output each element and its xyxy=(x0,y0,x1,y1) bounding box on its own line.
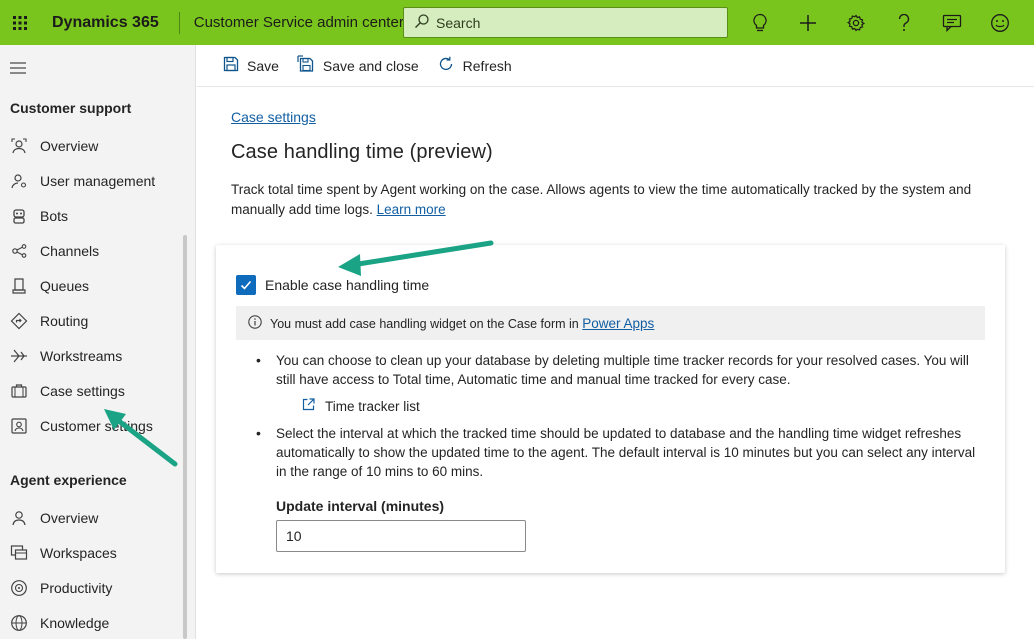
app-launcher-icon[interactable] xyxy=(0,0,40,45)
power-apps-link[interactable]: Power Apps xyxy=(582,316,654,331)
feedback-icon[interactable] xyxy=(928,0,976,45)
info-message-bar: You must add case handling widget on the… xyxy=(236,306,985,340)
save-and-close-icon xyxy=(297,55,315,76)
page-title: Case handling time (preview) xyxy=(231,141,493,163)
sidebar-item-label: Knowledge xyxy=(40,614,110,631)
learn-more-link[interactable]: Learn more xyxy=(377,202,446,217)
page-description: Track total time spent by Agent working … xyxy=(231,180,991,220)
sidebar-item-queues[interactable]: Queues xyxy=(0,268,186,303)
sidebar-item-overview[interactable]: Overview xyxy=(0,128,186,163)
time-tracker-list-label: Time tracker list xyxy=(325,398,420,414)
sidebar-item-routing[interactable]: Routing xyxy=(0,303,186,338)
save-icon xyxy=(223,56,239,75)
sidebar-item-productivity[interactable]: Productivity xyxy=(0,570,186,605)
sidebar-item-case-settings[interactable]: Case settings xyxy=(0,373,186,408)
sidebar-item-label: Workspaces xyxy=(40,544,117,561)
sidebar: Customer support Overview User managemen… xyxy=(0,45,196,639)
sidebar-item-label: Workstreams xyxy=(40,347,123,364)
sidebar-item-label: Overview xyxy=(40,509,99,526)
bot-icon xyxy=(10,207,28,225)
refresh-icon xyxy=(437,55,455,76)
case-settings-icon xyxy=(10,382,28,400)
info-message: You must add case handling widget on the… xyxy=(270,316,654,331)
checkmark-icon xyxy=(240,280,252,290)
interval-bullet: Select the interval at which the tracked… xyxy=(256,424,976,481)
sidebar-item-bots[interactable]: Bots xyxy=(0,198,186,233)
smiley-icon[interactable] xyxy=(976,0,1024,45)
time-tracker-list-link[interactable]: Time tracker list xyxy=(302,398,976,414)
sidebar-scrollbar[interactable] xyxy=(183,235,187,639)
app-title[interactable]: Customer Service admin center xyxy=(194,14,404,31)
sidebar-item-label: Overview xyxy=(40,137,99,154)
enable-checkbox[interactable] xyxy=(236,275,256,295)
sidebar-item-label: Productivity xyxy=(40,579,113,596)
sidebar-item-workstreams[interactable]: Workstreams xyxy=(0,338,186,373)
overview-icon xyxy=(10,137,28,155)
save-label: Save xyxy=(247,57,279,74)
save-button[interactable]: Save xyxy=(223,45,279,87)
sidebar-item-label: Bots xyxy=(40,207,69,224)
customer-settings-icon xyxy=(10,417,28,435)
sidebar-item-label: Customer settings xyxy=(40,417,153,434)
sidebar-item-label: Case settings xyxy=(40,382,125,399)
breadcrumb-case-settings[interactable]: Case settings xyxy=(231,109,316,125)
open-external-icon xyxy=(302,398,315,414)
search-icon xyxy=(414,13,430,32)
overview-icon xyxy=(10,509,28,527)
section-title-customer-support: Customer support xyxy=(10,100,132,116)
section-title-agent-experience: Agent experience xyxy=(10,472,127,488)
lightbulb-icon[interactable] xyxy=(736,0,784,45)
sidebar-item-customer-settings[interactable]: Customer settings xyxy=(0,408,186,443)
sidebar-item-label: Channels xyxy=(40,242,100,259)
info-text: You must add case handling widget on the… xyxy=(270,316,579,331)
user-management-icon xyxy=(10,172,28,190)
refresh-button[interactable]: Refresh xyxy=(437,45,512,87)
save-and-close-label: Save and close xyxy=(322,57,419,74)
workstreams-icon xyxy=(10,347,28,365)
plus-icon[interactable] xyxy=(784,0,832,45)
help-icon[interactable] xyxy=(880,0,928,45)
knowledge-icon xyxy=(10,614,28,632)
header-divider xyxy=(178,11,180,34)
sidebar-item-workspaces[interactable]: Workspaces xyxy=(0,535,186,570)
hamburger-menu-icon[interactable] xyxy=(10,61,26,77)
update-interval-input[interactable] xyxy=(276,520,526,552)
search-box[interactable]: Search xyxy=(403,7,728,38)
queues-icon xyxy=(10,277,28,295)
update-interval-label: Update interval (minutes) xyxy=(276,498,445,514)
top-bar: Dynamics 365 Customer Service admin cent… xyxy=(0,0,1034,45)
sidebar-item-channels[interactable]: Channels xyxy=(0,233,186,268)
sidebar-item-label: User management xyxy=(40,172,156,189)
channels-icon xyxy=(10,242,28,260)
enable-case-handling-time[interactable]: Enable case handling time xyxy=(236,275,429,295)
sidebar-item-knowledge[interactable]: Knowledge xyxy=(0,605,186,639)
sidebar-item-user-management[interactable]: User management xyxy=(0,163,186,198)
refresh-label: Refresh xyxy=(462,57,512,74)
routing-icon xyxy=(10,312,28,330)
command-bar: Save Save and close Refresh xyxy=(197,45,1034,87)
header-actions xyxy=(736,0,1024,45)
description-text: Track total time spent by Agent working … xyxy=(231,182,972,217)
sidebar-item-agent-overview[interactable]: Overview xyxy=(0,500,186,535)
info-icon xyxy=(248,314,262,332)
brand-name[interactable]: Dynamics 365 xyxy=(52,14,159,32)
sidebar-item-label: Queues xyxy=(40,277,90,294)
cleanup-bullet: You can choose to clean up your database… xyxy=(256,351,976,389)
settings-icon[interactable] xyxy=(832,0,880,45)
settings-card: Enable case handling time You must add c… xyxy=(216,245,1005,573)
search-placeholder[interactable]: Search xyxy=(436,15,480,31)
productivity-icon xyxy=(10,579,28,597)
save-and-close-button[interactable]: Save and close xyxy=(297,45,419,87)
sidebar-item-label: Routing xyxy=(40,312,89,329)
workspaces-icon xyxy=(10,544,28,562)
checkbox-label: Enable case handling time xyxy=(265,277,430,293)
settings-bullets: You can choose to clean up your database… xyxy=(256,351,976,481)
